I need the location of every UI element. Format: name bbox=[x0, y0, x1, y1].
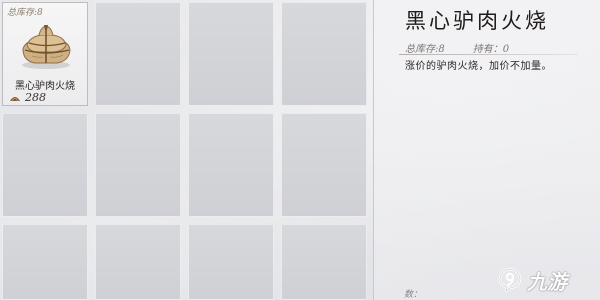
slot-price-value: 288 bbox=[25, 91, 46, 104]
divider bbox=[399, 54, 578, 55]
inventory-grid: 总库存:8 黑心驴肉火烧 288 bbox=[0, 0, 372, 300]
quantity-label: 数： bbox=[404, 290, 423, 300]
inventory-slot-empty[interactable] bbox=[95, 224, 181, 300]
inventory-slot-empty[interactable] bbox=[281, 224, 367, 300]
inventory-slot-empty[interactable] bbox=[95, 113, 181, 217]
slot-stock-label: 总库存:8 bbox=[7, 8, 43, 18]
coin-icon bbox=[10, 96, 20, 101]
inventory-slot-selected[interactable]: 总库存:8 黑心驴肉火烧 288 bbox=[2, 2, 88, 106]
watermark: 九游 bbox=[497, 266, 592, 294]
watermark-text: 九游 bbox=[527, 269, 567, 294]
inventory-slot-empty[interactable] bbox=[188, 2, 274, 106]
inventory-slot-empty[interactable] bbox=[281, 113, 367, 217]
held-count-label: 持有：0 bbox=[472, 44, 510, 55]
item-detail-panel: 黑心驴肉火烧 总库存:8 持有：0 涨价的驴肉火烧，加价不加量。 数： bbox=[373, 0, 600, 300]
inventory-slot-empty[interactable] bbox=[95, 2, 181, 106]
item-meta: 总库存:8 持有：0 bbox=[405, 40, 509, 55]
total-stock-label: 总库存:8 bbox=[405, 44, 445, 55]
slot-item-name: 黑心驴肉火烧 bbox=[15, 81, 75, 92]
item-description: 涨价的驴肉火烧，加价不加量。 bbox=[405, 61, 552, 72]
inventory-slot-empty[interactable] bbox=[281, 2, 367, 106]
inventory-slot-empty[interactable] bbox=[2, 224, 88, 300]
inventory-slot-empty[interactable] bbox=[188, 113, 274, 217]
inventory-slot-empty[interactable] bbox=[2, 113, 88, 217]
inventory-slot-empty[interactable] bbox=[188, 224, 274, 300]
slot-price: 288 bbox=[9, 91, 46, 104]
item-title: 黑心驴肉火烧 bbox=[405, 9, 549, 33]
9game-logo-icon bbox=[498, 267, 522, 293]
wrapped-bundle-icon bbox=[17, 21, 75, 71]
